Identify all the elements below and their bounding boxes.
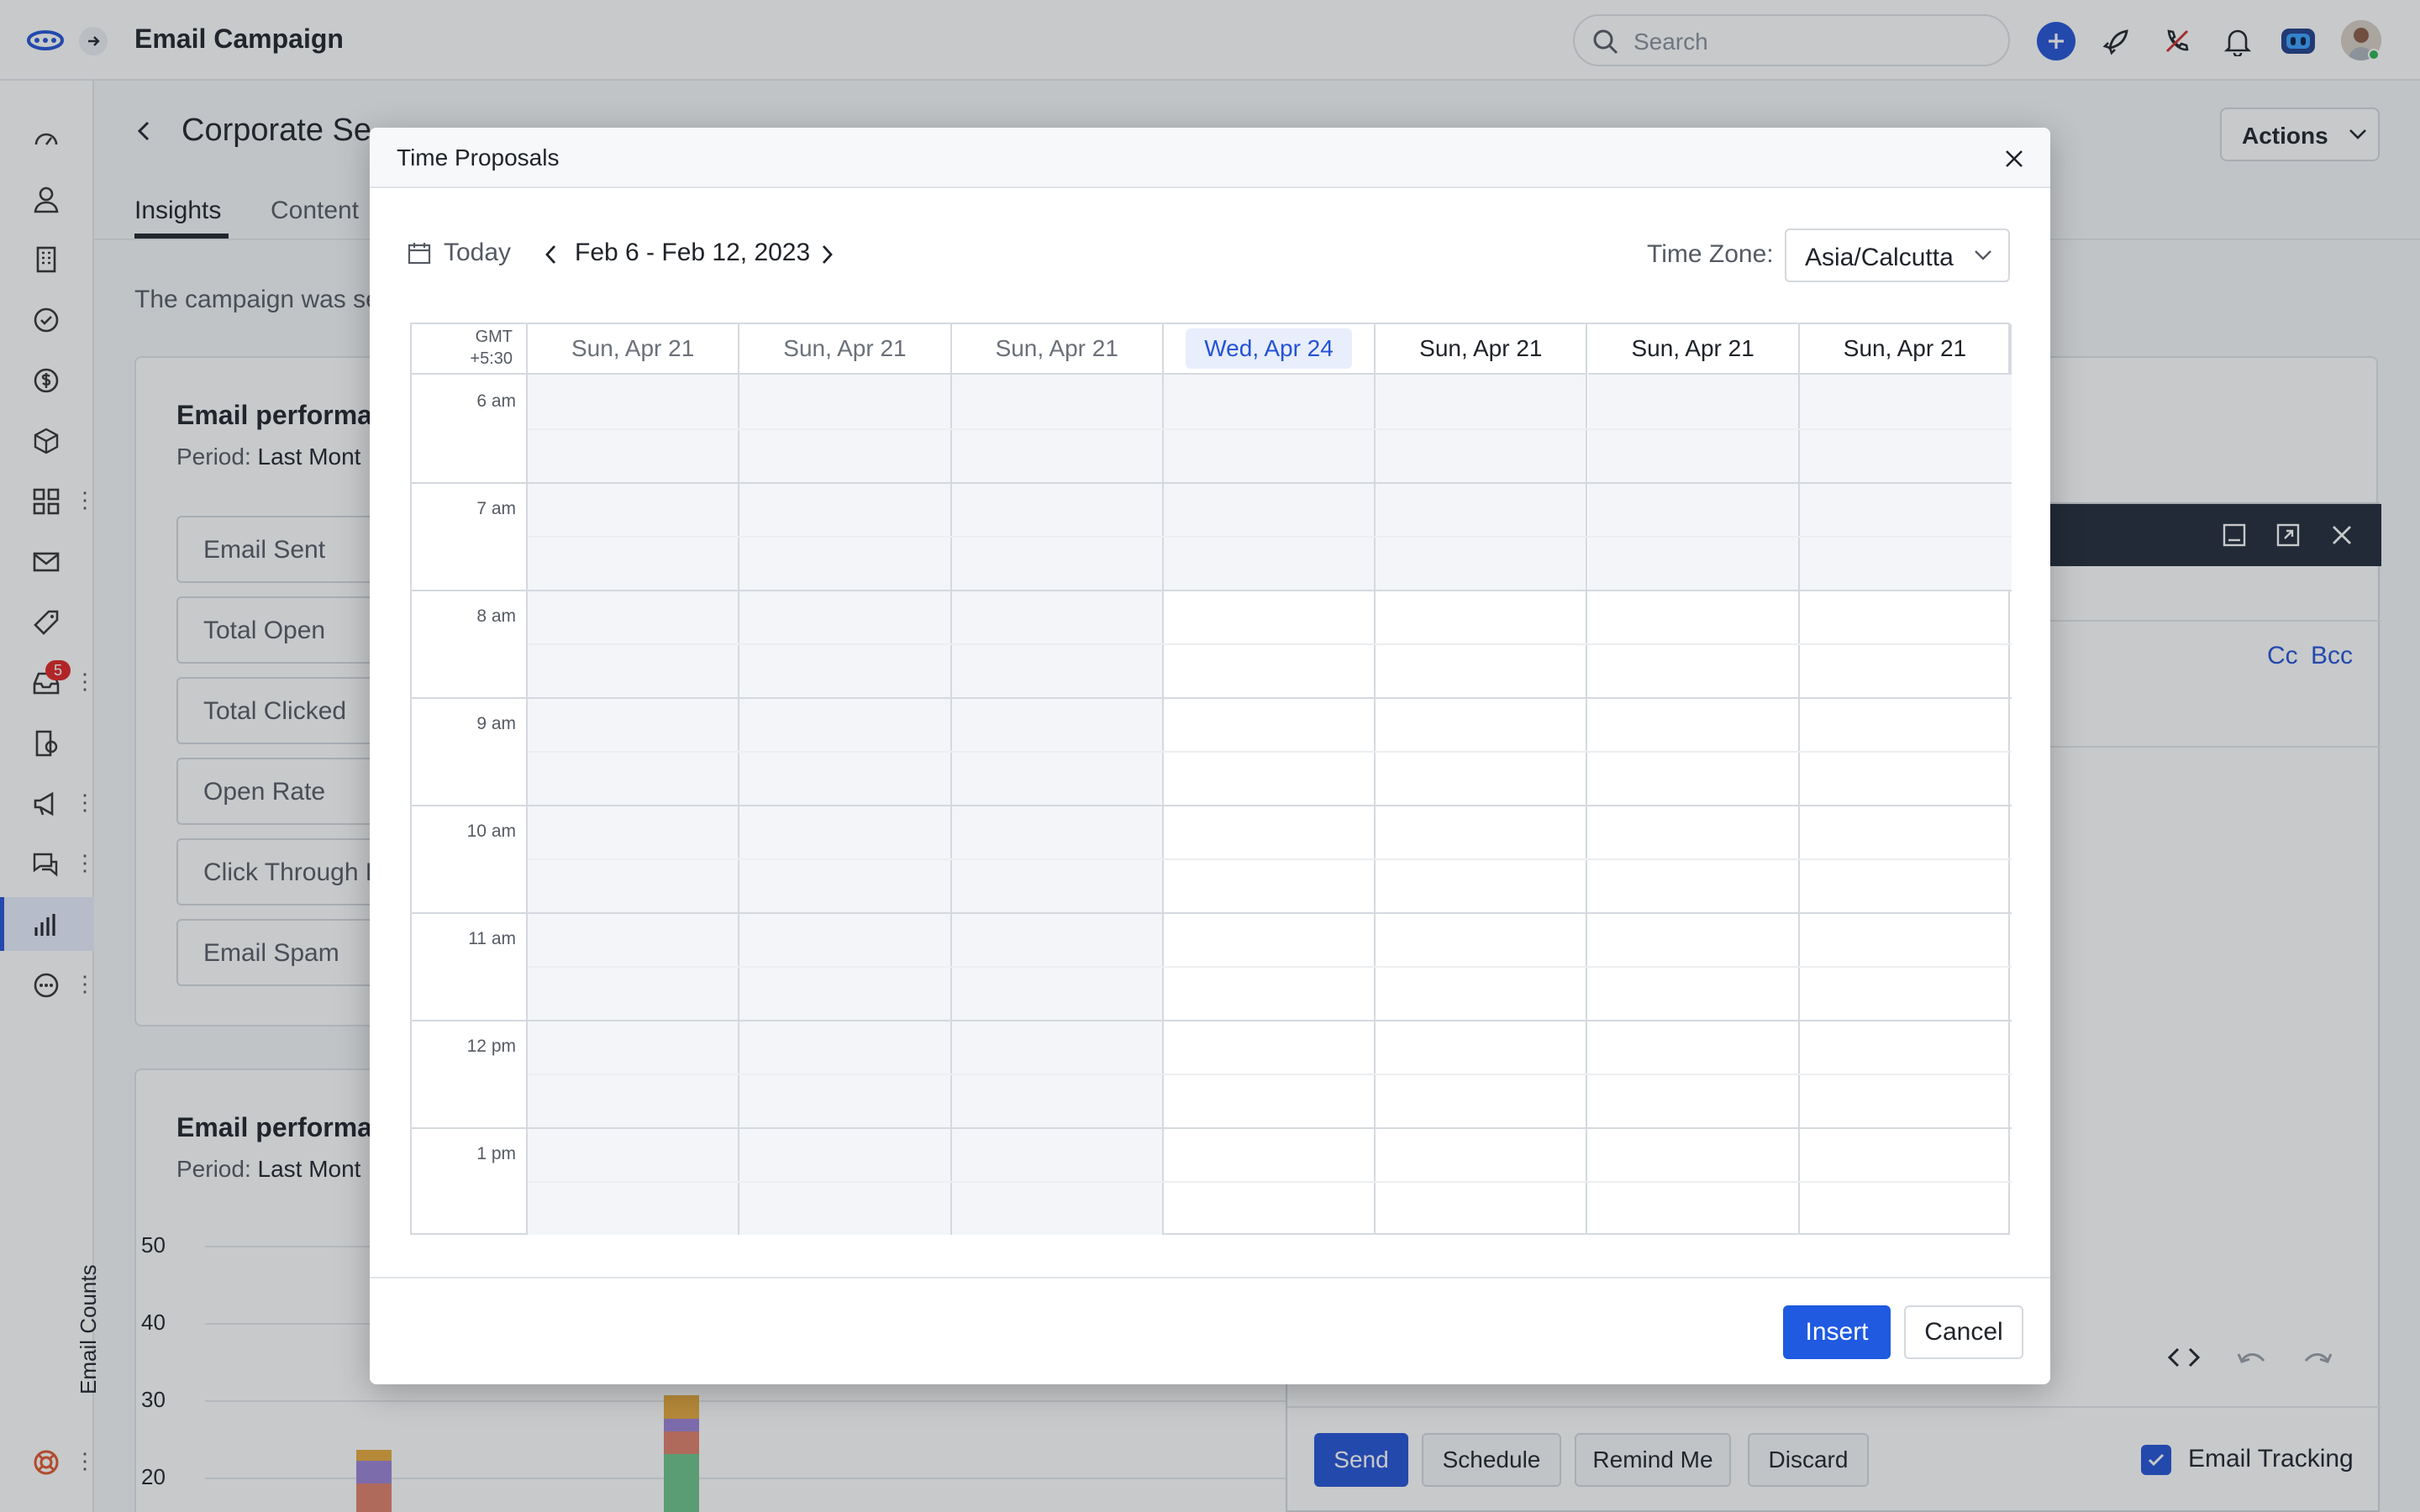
day-label: Wed, Apr 24 bbox=[1186, 328, 1352, 369]
day-label: Sun, Apr 21 bbox=[1419, 335, 1543, 361]
day-header[interactable]: Sun, Apr 21 bbox=[1587, 324, 1800, 375]
timezone-corner: GMT +5:30 bbox=[412, 324, 528, 375]
dialog-title: Time Proposals bbox=[397, 144, 560, 171]
hour-line bbox=[412, 1127, 2012, 1129]
hour-label: 6 am bbox=[476, 391, 516, 411]
half-hour-line bbox=[528, 643, 2012, 645]
day-label: Sun, Apr 21 bbox=[1631, 335, 1754, 361]
time-zone-select[interactable]: Asia/Calcutta bbox=[1785, 228, 2010, 282]
day-label: Sun, Apr 21 bbox=[1843, 335, 1967, 361]
day-label: Sun, Apr 21 bbox=[571, 335, 695, 361]
day-header[interactable]: Sun, Apr 21 bbox=[951, 324, 1164, 375]
hour-label: 1 pm bbox=[476, 1144, 516, 1163]
today-button[interactable]: Today bbox=[407, 239, 511, 267]
chevron-left-icon[interactable] bbox=[543, 244, 560, 265]
half-hour-line bbox=[528, 428, 2012, 430]
date-range: Feb 6 - Feb 12, 2023 bbox=[575, 239, 811, 266]
hour-label: 8 am bbox=[476, 606, 516, 626]
time-zone-label: Time Zone: bbox=[1647, 240, 1774, 268]
day-header[interactable]: Sun, Apr 21 bbox=[528, 324, 740, 375]
half-hour-line bbox=[528, 1181, 2012, 1183]
hour-label: 11 am bbox=[468, 929, 516, 948]
hour-label: 10 am bbox=[466, 822, 516, 841]
insert-button[interactable]: Insert bbox=[1783, 1305, 1891, 1359]
dialog-footer-divider bbox=[370, 1277, 2050, 1278]
hour-line bbox=[412, 805, 2012, 806]
time-proposals-dialog: Time Proposals Today Feb 6 - Feb 12, 202… bbox=[370, 128, 2050, 1384]
day-label: Sun, Apr 21 bbox=[783, 335, 907, 361]
half-hour-line bbox=[528, 536, 2012, 538]
gmt-label: GMT bbox=[475, 328, 513, 346]
day-header[interactable]: Sun, Apr 21 bbox=[739, 324, 952, 375]
time-zone-value: Asia/Calcutta bbox=[1805, 244, 1954, 271]
hour-line bbox=[412, 697, 2012, 699]
chevron-down-icon bbox=[1975, 250, 1991, 260]
day-label: Sun, Apr 21 bbox=[995, 335, 1118, 361]
gmt-offset: +5:30 bbox=[470, 349, 513, 368]
hour-line bbox=[412, 590, 2012, 591]
half-hour-line bbox=[528, 1074, 2012, 1075]
calendar-icon bbox=[408, 243, 431, 265]
half-hour-line bbox=[528, 966, 2012, 968]
hour-label: 7 am bbox=[476, 499, 516, 518]
half-hour-line bbox=[528, 751, 2012, 753]
hour-line bbox=[412, 482, 2012, 484]
cancel-button[interactable]: Cancel bbox=[1904, 1305, 2023, 1359]
chevron-right-icon[interactable] bbox=[818, 244, 835, 265]
day-header[interactable]: Wed, Apr 24 bbox=[1163, 324, 1376, 375]
dialog-header: Time Proposals bbox=[370, 128, 2050, 188]
close-icon[interactable] bbox=[2002, 146, 2027, 171]
hour-label: 9 am bbox=[476, 714, 516, 733]
hour-label: 12 pm bbox=[466, 1037, 516, 1056]
half-hour-line bbox=[528, 858, 2012, 860]
day-header[interactable]: Sun, Apr 21 bbox=[1799, 324, 2012, 375]
today-label: Today bbox=[444, 239, 512, 266]
day-header[interactable]: Sun, Apr 21 bbox=[1376, 324, 1588, 375]
week-calendar-grid: GMT +5:30 Sun, Apr 21 Sun, Apr 21 Sun, Apr… bbox=[410, 323, 2012, 1235]
hour-line bbox=[412, 1020, 2012, 1021]
hour-line bbox=[412, 912, 2012, 914]
